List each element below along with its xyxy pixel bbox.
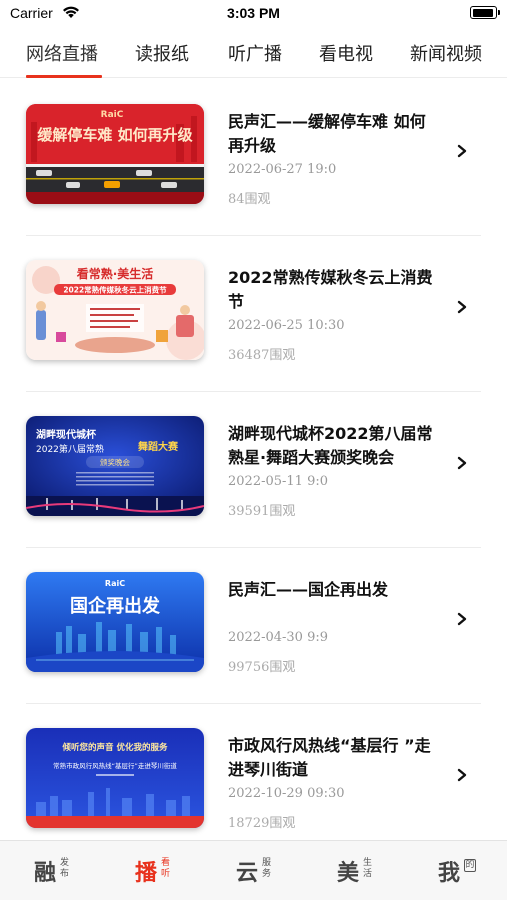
nav-yun-label: 服务 (262, 858, 272, 879)
thumb-logo: RaiC (101, 110, 124, 120)
nav-yun-service[interactable]: 云 服务 (236, 855, 296, 889)
item-views: 36487围观 (228, 348, 296, 363)
nav-wo-label: 的 (464, 859, 476, 872)
nav-yun-glyph: 云 (236, 861, 259, 886)
thumb-headline: 看常熟·美生活 (77, 266, 154, 281)
nav-bo-watch-listen[interactable]: 播 看听 (135, 855, 195, 889)
nav-rong-glyph: 融 (34, 861, 57, 886)
nav-mei-glyph: 美 (337, 861, 360, 886)
thumb-tag: 颁奖晚会 (100, 457, 130, 467)
item-views: 99756围观 (228, 660, 296, 675)
item-thumbnail: RaiC 国企再出发 (26, 572, 204, 672)
thumb-subline: 2022常熟传媒秋冬云上消费节 (63, 285, 167, 295)
chevron-right-icon (457, 144, 467, 158)
tab-tv[interactable]: 看电视 (319, 40, 373, 66)
clock: 3:03 PM (227, 5, 280, 21)
nav-wo-mine[interactable]: 我 的 (438, 855, 498, 889)
item-title: 民声汇——缓解停车难 如何再升级 (228, 112, 426, 155)
nav-rong-publish[interactable]: 融 发布 (34, 855, 94, 889)
chevron-right-icon (457, 300, 467, 314)
item-views: 39591围观 (228, 504, 296, 519)
item-views: 84围观 (228, 192, 271, 207)
tab-news-video[interactable]: 新闻视频 (410, 40, 482, 66)
thumb-headline: 缓解停车难 如何再升级 (37, 126, 193, 144)
thumb-subline: 2022第八届常熟 (36, 443, 104, 455)
nav-bo-glyph: 播 (135, 861, 158, 886)
active-tab-indicator (26, 75, 102, 78)
list-item[interactable]: RaiC 缓解停车难 如何再升级 民声汇——缓解停车难 如何再升级 2022-0… (0, 80, 507, 236)
list-item[interactable]: 看常熟·美生活 2022常熟传媒秋冬云上消费节 2022常熟传媒秋冬云上消费节 … (0, 236, 507, 392)
list-item[interactable]: RaiC 国企再出发 民声汇——国企再出发 2022-04-30 9:9 997… (0, 548, 507, 704)
nav-bo-label: 看听 (161, 858, 171, 879)
battery-icon (470, 6, 500, 19)
thumb-headline: 国企再出发 (70, 595, 161, 617)
item-thumbnail: RaiC 缓解停车难 如何再升级 (26, 104, 204, 204)
tab-live[interactable]: 网络直播 (26, 40, 98, 66)
item-thumbnail: 倾听您的声音 优化我的服务 常熟市政风行风热线“基层行”走进琴川街道 (26, 728, 204, 828)
item-date: 2022-06-25 10:30 (228, 318, 345, 333)
nav-mei-label: 生活 (363, 858, 373, 879)
bottom-nav: 融 发布 播 看听 云 服务 美 生活 我 的 (0, 840, 507, 900)
thumb-logo: RaiC (105, 579, 125, 588)
tab-radio[interactable]: 听广播 (228, 40, 282, 66)
nav-rong-label: 发布 (60, 858, 70, 879)
item-date: 2022-06-27 19:0 (228, 162, 337, 177)
nav-mei-life[interactable]: 美 生活 (337, 855, 397, 889)
item-title: 市政风行风热线“基层行 ”走进琴川街道 (228, 736, 431, 779)
item-title: 湖畔现代城杯2022第八届常熟星·舞蹈大赛颁奖晚会 (228, 424, 433, 467)
item-views: 18729围观 (228, 816, 296, 831)
top-tabs: 网络直播 读报纸 听广播 看电视 新闻视频 (0, 30, 507, 78)
nav-wo-glyph: 我 (438, 861, 461, 886)
live-list: RaiC 缓解停车难 如何再升级 民声汇——缓解停车难 如何再升级 2022-0… (0, 80, 507, 840)
status-bar: Carrier 3:03 PM (0, 0, 507, 30)
item-date: 2022-10-29 09:30 (228, 786, 345, 801)
tab-newspaper[interactable]: 读报纸 (135, 40, 189, 66)
list-item[interactable]: 倾听您的声音 优化我的服务 常熟市政风行风热线“基层行”走进琴川街道 市政风行风… (0, 704, 507, 840)
item-date: 2022-05-11 9:0 (228, 474, 329, 489)
thumb-headline: 倾听您的声音 优化我的服务 (62, 742, 168, 753)
item-title: 2022常熟传媒秋冬云上消费节 (228, 268, 433, 311)
thumb-headline: 湖畔现代城杯 (36, 428, 97, 441)
thumb-extra: 舞蹈大赛 (138, 440, 179, 453)
item-title: 民声汇——国企再出发 (228, 580, 389, 599)
chevron-right-icon (457, 612, 467, 626)
thumb-subline: 常熟市政风行风热线“基层行”走进琴川街道 (53, 761, 177, 770)
chevron-right-icon (457, 456, 467, 470)
item-thumbnail: 湖畔现代城杯 2022第八届常熟 舞蹈大赛 颁奖晚会 (26, 416, 204, 516)
item-date: 2022-04-30 9:9 (228, 630, 329, 645)
item-thumbnail: 看常熟·美生活 2022常熟传媒秋冬云上消费节 (26, 260, 204, 360)
chevron-right-icon (457, 768, 467, 782)
list-item[interactable]: 湖畔现代城杯 2022第八届常熟 舞蹈大赛 颁奖晚会 湖畔现代城杯2022第八届… (0, 392, 507, 548)
